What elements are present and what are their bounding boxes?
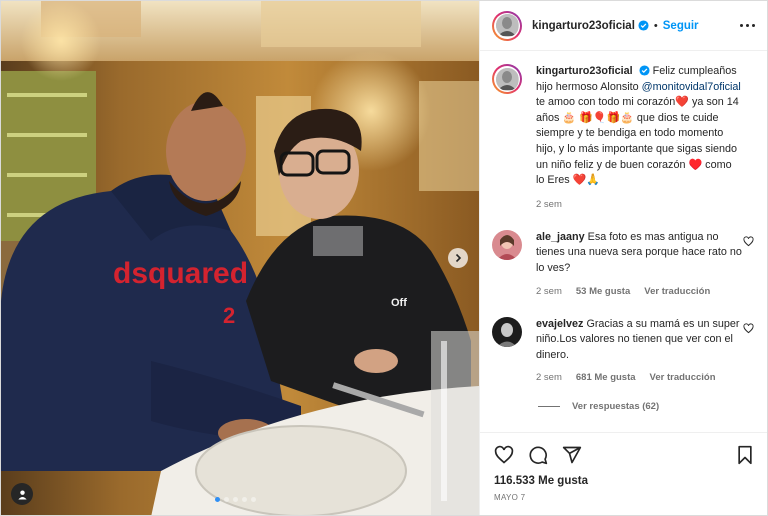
avatar-image bbox=[492, 229, 522, 260]
post-actions: 116.533 Me gusta MAYO 7 bbox=[480, 432, 767, 502]
avatar-image bbox=[495, 14, 518, 36]
like-comment-heart-icon[interactable] bbox=[743, 236, 754, 247]
next-photo-button[interactable] bbox=[448, 248, 468, 268]
verified-badge-icon bbox=[639, 65, 650, 76]
more-icon bbox=[739, 23, 743, 28]
carousel-dot bbox=[251, 497, 256, 502]
like-button[interactable] bbox=[494, 445, 514, 465]
comment-item: ale_jaany Esa foto es mas antigua no tie… bbox=[492, 229, 754, 277]
kid-hoodie-logo: Off bbox=[391, 297, 407, 309]
avatar-image bbox=[492, 316, 522, 347]
carousel-dot bbox=[224, 497, 229, 502]
comment-item: evajelvez Gracias a su mamá es un super … bbox=[492, 316, 754, 364]
heart-emoji: ❤️ bbox=[675, 96, 689, 109]
cake-emoji: 🎂 bbox=[562, 111, 577, 124]
save-button[interactable] bbox=[736, 445, 754, 465]
likes-number: 116.533 bbox=[494, 475, 535, 487]
separator-dot: • bbox=[653, 19, 658, 32]
tagged-users-button[interactable] bbox=[11, 483, 33, 505]
like-comment-heart-icon[interactable] bbox=[743, 322, 754, 334]
likes-count[interactable]: 116.533 Me gusta bbox=[494, 475, 754, 487]
carousel-dot bbox=[242, 497, 247, 502]
comment-time[interactable]: 2 sem bbox=[536, 286, 562, 297]
comment-username[interactable]: ale_jaany bbox=[536, 231, 585, 243]
caption-username[interactable]: kingarturo23oficial bbox=[536, 65, 633, 77]
post-date[interactable]: MAYO 7 bbox=[494, 493, 754, 502]
comment-username[interactable]: evajelvez bbox=[536, 318, 583, 330]
heart-pray-emojis: ❤️🙏 bbox=[572, 174, 601, 187]
translate-link[interactable]: Ver traducción bbox=[650, 372, 716, 383]
view-replies-button[interactable]: Ver respuestas (62) bbox=[538, 401, 754, 412]
caption-time[interactable]: 2 sem bbox=[536, 199, 562, 210]
comment-meta: 2 sem 53 Me gusta Ver traducción bbox=[536, 286, 754, 297]
commenter-avatar[interactable] bbox=[492, 229, 522, 260]
post-photo[interactable]: dsquared 2 Off bbox=[1, 1, 479, 515]
bookmark-icon bbox=[738, 445, 752, 465]
translate-link[interactable]: Ver traducción bbox=[644, 286, 710, 297]
comment-text: evajelvez Gracias a su mamá es un super … bbox=[536, 317, 742, 364]
heart-icon bbox=[494, 445, 514, 464]
caption-meta: 2 sem bbox=[536, 199, 754, 210]
chevron-right-icon bbox=[455, 253, 462, 263]
likes-label: Me gusta bbox=[538, 475, 588, 487]
post-side-panel: kingarturo23oficial • Seguir kingarturo2… bbox=[479, 1, 767, 515]
post-dialog: dsquared 2 Off kingarturo23oficial • Seg… bbox=[0, 0, 768, 516]
comment-likes[interactable]: 681 Me gusta bbox=[576, 372, 636, 383]
avatar-image bbox=[495, 67, 518, 90]
caption: kingarturo23oficial Feliz cumpleaños hij… bbox=[492, 64, 754, 189]
carousel-indicator bbox=[215, 497, 256, 502]
author-username[interactable]: kingarturo23oficial bbox=[532, 20, 635, 32]
replies-divider bbox=[538, 406, 560, 408]
hoodie-logo: dsquared bbox=[113, 257, 248, 290]
photo-scene: dsquared 2 Off bbox=[1, 1, 479, 515]
caption-mention[interactable]: @monitovidal7oficial bbox=[642, 81, 741, 93]
comment-button[interactable] bbox=[528, 445, 548, 465]
comments-section[interactable]: kingarturo23oficial Feliz cumpleaños hij… bbox=[480, 52, 767, 432]
caption-avatar[interactable] bbox=[492, 64, 522, 94]
follow-button[interactable]: Seguir bbox=[663, 20, 699, 32]
action-icons bbox=[494, 445, 754, 465]
carousel-dot bbox=[233, 497, 238, 502]
comment-icon bbox=[529, 446, 548, 465]
hoodie-number: 2 bbox=[223, 303, 235, 328]
comment-time[interactable]: 2 sem bbox=[536, 372, 562, 383]
view-replies-label: Ver respuestas (62) bbox=[572, 401, 660, 413]
user-tag-icon bbox=[17, 489, 27, 500]
post-header: kingarturo23oficial • Seguir bbox=[480, 1, 767, 51]
author-avatar[interactable] bbox=[492, 10, 522, 41]
share-button[interactable] bbox=[562, 445, 582, 465]
comment-meta: 2 sem 681 Me gusta Ver traducción bbox=[536, 372, 754, 383]
more-options-button[interactable] bbox=[739, 23, 755, 28]
commenter-avatar[interactable] bbox=[492, 316, 522, 347]
comment-likes[interactable]: 53 Me gusta bbox=[576, 286, 630, 297]
verified-badge-icon bbox=[638, 20, 649, 31]
caption-part-2: te amoo con todo mi corazón bbox=[536, 96, 676, 109]
gift-emojis: 🎁🎈🎁🎂 bbox=[579, 111, 634, 124]
heart-suit-emoji: ♥️ bbox=[688, 158, 703, 171]
carousel-dot bbox=[215, 497, 220, 502]
comment-text: ale_jaany Esa foto es mas antigua no tie… bbox=[536, 230, 742, 277]
caption-text: kingarturo23oficial Feliz cumpleaños hij… bbox=[536, 64, 742, 189]
share-icon bbox=[562, 446, 582, 464]
